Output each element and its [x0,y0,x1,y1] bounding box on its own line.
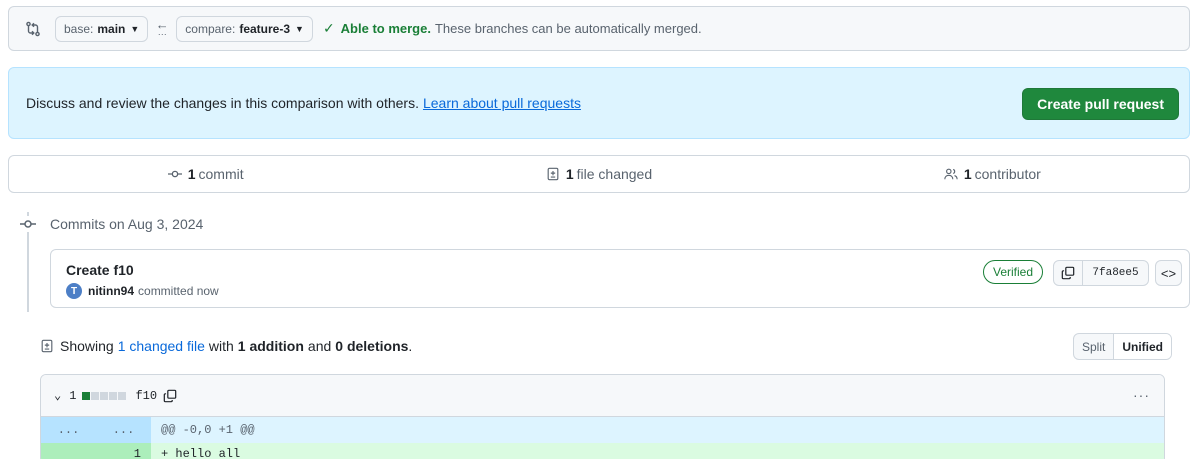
caret-down-icon: ▼ [130,23,140,34]
verified-badge[interactable]: Verified [983,260,1044,284]
diffstat-neutral-block [100,391,109,400]
flash-message: Discuss and review the changes in this c… [26,95,581,111]
code-icon: <> [1160,265,1177,281]
with-text: with [208,338,234,354]
base-branch-name: main [97,21,126,36]
hunk-expand[interactable]: ... [96,417,151,443]
compare-label: compare: [185,21,236,36]
file-change-count: 1 [69,388,77,403]
copy-icon [1061,266,1075,280]
split-view-button[interactable]: Split [1074,334,1113,359]
files-changed-tab[interactable]: 1 file changed [402,156,795,192]
files-label: file changed [576,166,653,182]
commit-item: Create f10 T nitinn94 committed now Veri… [50,249,1190,308]
period: . [408,338,413,354]
showing-text: Showing [60,338,114,354]
line-content: + hello all [161,447,241,459]
hunk-text: @@ -0,0 +1 @@ [161,423,255,437]
commit-icon [20,216,36,232]
compare-branch-select[interactable]: compare: feature-3 ▼ [176,15,313,42]
merge-ok-text: Able to merge. [340,21,431,36]
git-compare-icon [25,21,41,37]
contributors-count: 1 [963,166,972,182]
commits-count: 1 [187,166,196,182]
commit-time: committed now [138,284,219,298]
contributors-tab[interactable]: 1 contributor [796,156,1189,192]
new-line-number[interactable]: 1 [96,443,151,459]
arrow-left-icon: ← ··· [155,16,169,39]
file-name[interactable]: f10 [135,389,157,403]
chevron-down-icon[interactable]: ⌄ [54,388,61,403]
diffstat-add-block [82,391,91,400]
merge-detail-text: These branches can be automatically merg… [434,21,702,36]
old-line-number [41,443,96,459]
hunk-expand[interactable]: ... [41,417,96,443]
commits-label: commit [198,166,244,182]
diffstat-neutral-block [91,391,100,400]
learn-pull-requests-link[interactable]: Learn about pull requests [423,95,581,111]
avatar[interactable]: T [66,283,82,299]
diffstat-neutral-block [109,391,118,400]
commit-meta: T nitinn94 committed now [66,283,219,299]
flash-text: Discuss and review the changes in this c… [26,95,419,111]
and-text: and [307,338,332,354]
commit-title[interactable]: Create f10 [66,262,134,278]
contributors-label: contributor [974,166,1041,182]
commits-date-heading: Commits on Aug 3, 2024 [50,216,204,232]
file-diff-icon [40,339,54,353]
diff-view-toggle: Split Unified [1073,333,1173,360]
people-icon [944,168,958,180]
diff-line: 1 + hello all [41,443,1164,459]
check-icon: ✓ [322,20,335,36]
compare-summary: 1 commit 1 file changed 1 contributor [8,155,1190,193]
files-count: 1 [565,166,574,182]
create-pull-request-button[interactable]: Create pull request [1022,88,1179,120]
base-label: base: [64,21,94,36]
hunk-header: ... ... @@ -0,0 +1 @@ [41,417,1164,443]
browse-code-button[interactable]: <> [1155,260,1182,286]
unified-view-button[interactable]: Unified [1113,334,1172,359]
commits-tab[interactable]: 1 commit [9,156,402,192]
base-branch-select[interactable]: base: main ▼ [55,15,149,42]
deletions-count: 0 deletions [335,338,409,354]
copy-sha-button[interactable] [1053,260,1083,286]
changed-files-link[interactable]: 1 changed file [118,338,205,354]
commit-author[interactable]: nitinn94 [88,284,134,298]
copy-icon[interactable] [163,389,177,403]
file-header: ⌄ 1 f10 ··· [41,375,1164,417]
kebab-icon[interactable]: ··· [1133,387,1150,403]
diffstat-neutral-block [118,391,127,400]
diff-summary: Showing 1 changed file with 1 addition a… [40,338,412,354]
compare-flash: Discuss and review the changes in this c… [8,67,1190,139]
diffstat [82,391,127,400]
additions-count: 1 addition [237,338,304,354]
range-editor: base: main ▼ ← ··· compare: feature-3 ▼ ✓… [8,6,1190,51]
caret-down-icon: ▼ [295,23,304,34]
file-diff: ⌄ 1 f10 ··· ... ... @@ -0,0 +1 @@ 1 + he… [40,374,1165,459]
file-diff-icon [547,167,559,181]
commit-sha-link[interactable]: 7fa8ee5 [1082,260,1149,286]
merge-status: ✓ Able to merge. These branches can be a… [323,20,702,37]
compare-branch-name: feature-3 [239,21,291,36]
commit-icon [167,170,182,178]
